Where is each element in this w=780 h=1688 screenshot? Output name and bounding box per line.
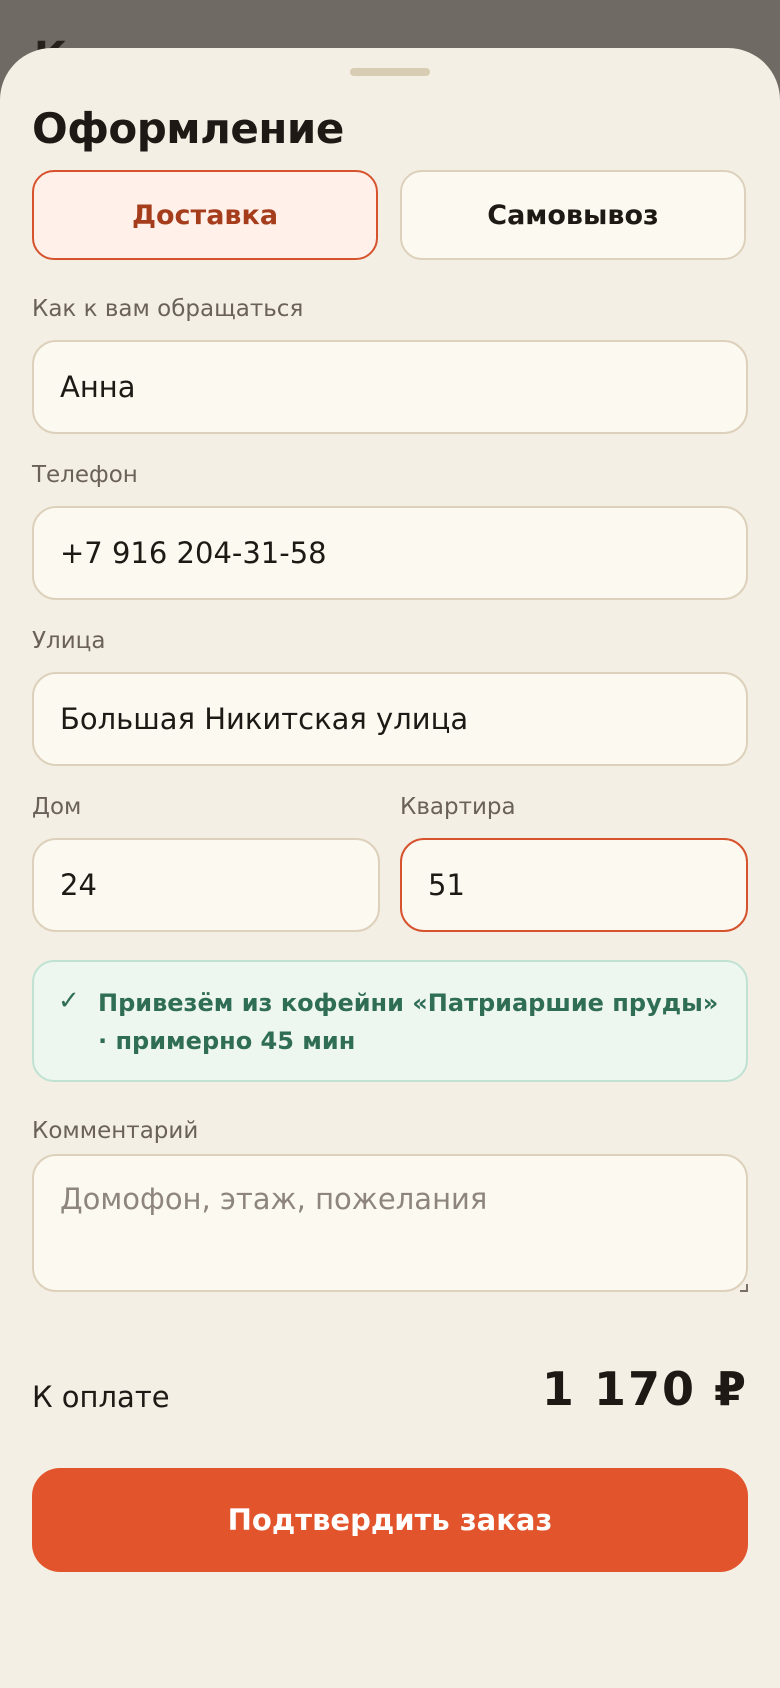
phone-field[interactable] [32, 506, 748, 600]
phone-field-label: Телефон [32, 462, 138, 488]
street-field-label: Улица [32, 628, 106, 654]
comment-field[interactable] [32, 1154, 748, 1292]
sheet-grabber-handle[interactable] [350, 68, 430, 76]
name-field-label: Как к вам обращаться [32, 296, 304, 322]
apartment-field-label: Квартира [400, 794, 516, 820]
house-field[interactable] [32, 838, 380, 932]
apartment-field[interactable] [400, 838, 748, 932]
street-field[interactable] [32, 672, 748, 766]
resize-handle-icon[interactable] [740, 1284, 748, 1292]
page-title: Оформление [32, 104, 344, 153]
delivery-info-text: Привезём из кофейни «Патриаршие пруды» ·… [98, 989, 719, 1055]
comment-field-label: Комментарий [32, 1118, 199, 1144]
tab-pickup[interactable]: Самовывоз [400, 170, 746, 260]
house-field-label: Дом [32, 794, 82, 820]
check-icon: ✓ [58, 986, 80, 1016]
total-amount: 1 170 ₽ [541, 1362, 748, 1416]
confirm-order-button[interactable]: Подтвердить заказ [32, 1468, 748, 1572]
delivery-info-banner: ✓ Привезём из кофейни «Патриаршие пруды»… [32, 960, 748, 1082]
checkout-sheet: Оформление Доставка Самовывоз Как к вам … [0, 48, 780, 1688]
total-label: К оплате [32, 1380, 170, 1414]
tab-delivery[interactable]: Доставка [32, 170, 378, 260]
name-field[interactable] [32, 340, 748, 434]
